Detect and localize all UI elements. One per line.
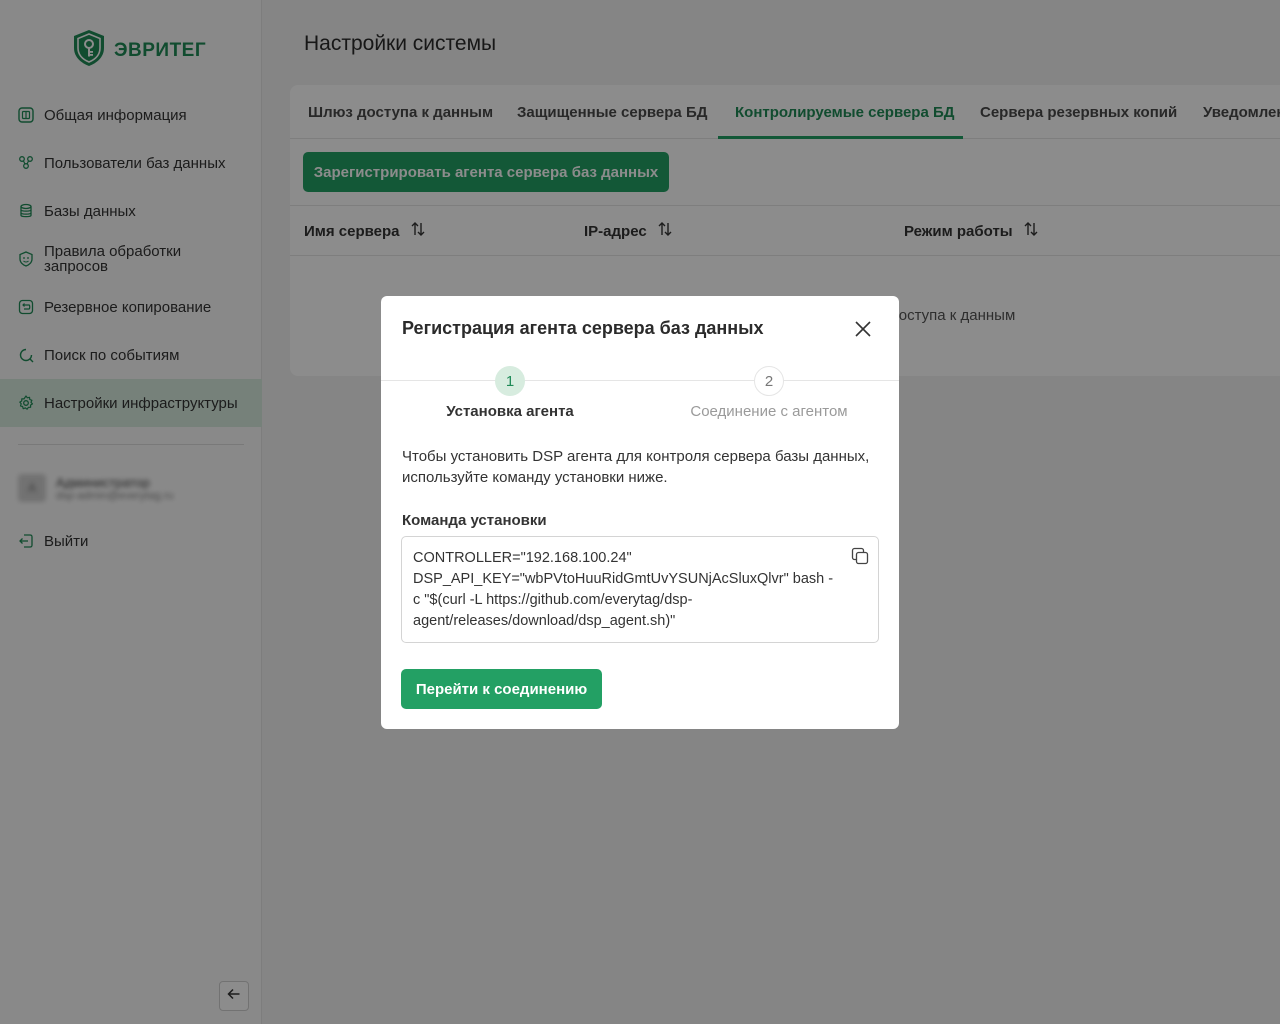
step-2-indicator: 2 bbox=[754, 366, 784, 396]
install-command-field[interactable]: CONTROLLER="192.168.100.24" DSP_API_KEY=… bbox=[401, 536, 879, 643]
register-agent-modal: Регистрация агента сервера баз данных 1 … bbox=[381, 296, 899, 729]
step-1-indicator: 1 bbox=[495, 366, 525, 396]
step-1-label: Установка агента bbox=[446, 403, 574, 420]
copy-icon bbox=[851, 547, 869, 570]
modal-description: Чтобы установить DSP агента для контроля… bbox=[402, 448, 870, 486]
go-to-connection-button[interactable]: Перейти к соединению bbox=[401, 669, 602, 709]
step-2-label: Соединение с агентом bbox=[690, 403, 848, 420]
modal-title: Регистрация агента сервера баз данных bbox=[402, 318, 764, 338]
close-icon bbox=[854, 320, 872, 343]
close-button[interactable] bbox=[853, 320, 873, 343]
command-label: Команда установки bbox=[402, 512, 547, 529]
steps-divider bbox=[381, 380, 899, 381]
copy-button[interactable] bbox=[850, 547, 870, 570]
